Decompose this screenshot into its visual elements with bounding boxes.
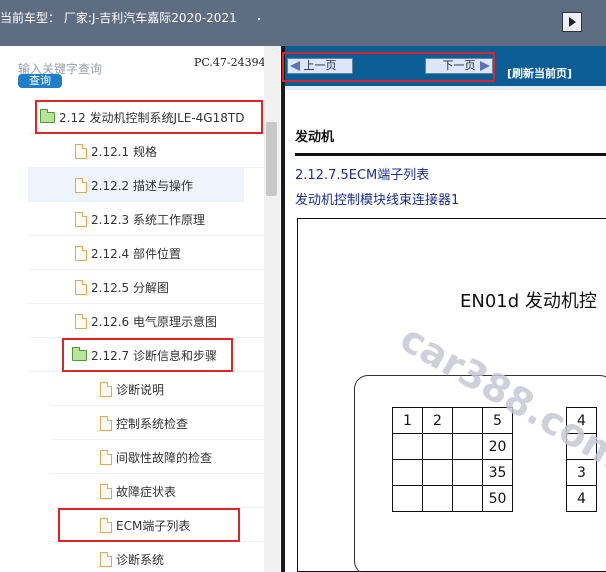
page-icon	[75, 280, 87, 295]
pc-code-label: PC.47-24394	[194, 56, 266, 69]
section-divider	[295, 153, 606, 156]
navbar-underline	[285, 86, 606, 90]
pin-cell: 4	[566, 485, 597, 512]
prev-page-button[interactable]: 上一页	[287, 58, 353, 74]
connector-heading: 发动机控制模块线束连接器1	[295, 193, 460, 208]
pin-cell: 2	[422, 407, 453, 434]
folder-open-icon	[40, 109, 55, 123]
next-page-label: 下一页	[442, 59, 476, 72]
tree-item-2-12-5[interactable]: 2.12.5 分解图	[28, 270, 264, 304]
prev-page-label: 上一页	[303, 59, 337, 72]
vehicle-model-title: 当前车型： 厂家:J-吉利汽车嘉际2020-2021	[0, 11, 237, 25]
pin-cell: 3	[566, 459, 597, 486]
tree-item-2-12-6[interactable]: 2.12.6 电气原理示意图	[28, 304, 264, 338]
pin-cell	[566, 433, 597, 460]
page-icon	[75, 144, 87, 159]
page-icon	[100, 382, 112, 397]
tree-item-label: 2.12.5 分解图	[91, 281, 169, 295]
tree-item-label: 2.12.6 电气原理示意图	[91, 315, 217, 329]
tree-item-2-12-2[interactable]: 2.12.2 描述与操作	[28, 168, 244, 202]
tree-item-label: 2.12.7 诊断信息和步骤	[91, 349, 217, 363]
pin-cell	[422, 459, 453, 486]
tree-item-label: 诊断说明	[116, 383, 165, 397]
page-icon	[100, 416, 112, 431]
pin-cell: 20	[482, 433, 513, 460]
section-title: 发动机	[295, 130, 335, 145]
pin-cell: 50	[482, 485, 513, 512]
pin-cell	[452, 433, 483, 460]
tree-item-control-check[interactable]: 控制系统检查	[50, 406, 264, 440]
title-bar: 当前车型： 厂家:J-吉利汽车嘉际2020-2021	[0, 0, 606, 46]
connector-pin-grid: 1 2 5 20 35 50	[392, 407, 513, 512]
tree-item-intermittent-check[interactable]: 间歇性故障的检查	[50, 440, 264, 474]
tree-item-diagnosis-notes[interactable]: 诊断说明	[50, 372, 264, 406]
page-icon	[75, 212, 87, 227]
tree-item-2-12-3[interactable]: 2.12.3 系统工作原理	[28, 202, 264, 236]
tree-item-ecm-terminals[interactable]: ECM端子列表	[50, 508, 264, 542]
page-icon	[100, 518, 112, 533]
subsection-title: 2.12.7.5ECM端子列表	[295, 168, 430, 183]
next-page-button[interactable]: 下一页	[425, 58, 493, 74]
arrow-right-icon	[480, 61, 490, 71]
tree-item-label: 控制系统检查	[116, 417, 189, 431]
pin-cell: 35	[482, 459, 513, 486]
page-icon	[75, 178, 87, 193]
pin-cell	[422, 433, 453, 460]
scrollbar-thumb[interactable]	[266, 122, 277, 196]
pin-cell	[392, 485, 423, 512]
connector-pin-grid-right: 4 3 4	[566, 407, 597, 512]
tree-item-label: 2.12.3 系统工作原理	[91, 213, 205, 227]
pin-cell	[392, 459, 423, 486]
pin-cell	[452, 485, 483, 512]
navigation-bar: 上一页 下一页 [刷新当前页]	[285, 46, 606, 86]
pin-cell	[422, 485, 453, 512]
left-panel: 输入关键字查询 查询 PC.47-24394 2.12 发动机控制系统JLE-4…	[0, 46, 282, 572]
page-icon	[100, 552, 112, 567]
pin-cell: 4	[566, 407, 597, 434]
pin-cell	[392, 433, 423, 460]
pin-cell: 1	[392, 407, 423, 434]
document-panel: 上一页 下一页 [刷新当前页] 发动机 2.12.7.5ECM端子列表 发动机控…	[285, 46, 606, 572]
pin-cell	[452, 407, 483, 434]
tree-item-label: 2.12.2 描述与操作	[91, 179, 193, 193]
toggle-panel-button[interactable]	[562, 12, 582, 32]
connector-diagram: EN01d 发动机控 1 2 5 20 35 50 4 3 4	[297, 218, 606, 572]
tree-item-label: 2.12 发动机控制系统JLE-4G18TD	[59, 111, 245, 125]
tree-item-2-12-1[interactable]: 2.12.1 规格	[28, 134, 264, 168]
page-icon	[100, 484, 112, 499]
tree-item-label: 2.12.4 部件位置	[91, 247, 181, 261]
tree-item-2-12-4[interactable]: 2.12.4 部件位置	[28, 236, 264, 270]
page-icon	[100, 450, 112, 465]
refresh-page-link[interactable]: [刷新当前页]	[507, 65, 572, 81]
page-icon	[75, 246, 87, 261]
tree-item-label: 故障症状表	[116, 485, 177, 499]
tree-item-2-12[interactable]: 2.12 发动机控制系统JLE-4G18TD	[28, 100, 264, 134]
tree-item-label: 2.12.1 规格	[91, 145, 157, 159]
tree-item-label: 间歇性故障的检查	[116, 451, 213, 465]
tree-item-symptom-table[interactable]: 故障症状表	[50, 474, 264, 508]
tree-item-label: 诊断系统	[116, 553, 165, 567]
folder-open-icon	[72, 347, 87, 361]
pin-cell: 5	[482, 407, 513, 434]
tree-item-2-12-7[interactable]: 2.12.7 诊断信息和步骤	[28, 338, 264, 372]
tree-item-label: ECM端子列表	[116, 519, 191, 533]
pin-cell	[452, 459, 483, 486]
tree-item-diagnosis-system[interactable]: 诊断系统	[50, 542, 264, 572]
arrow-left-icon	[290, 61, 300, 71]
connector-title: EN01d 发动机控	[460, 291, 597, 312]
separator-dot	[258, 18, 260, 20]
page-icon	[75, 314, 87, 329]
search-button[interactable]: 查询	[18, 74, 62, 88]
